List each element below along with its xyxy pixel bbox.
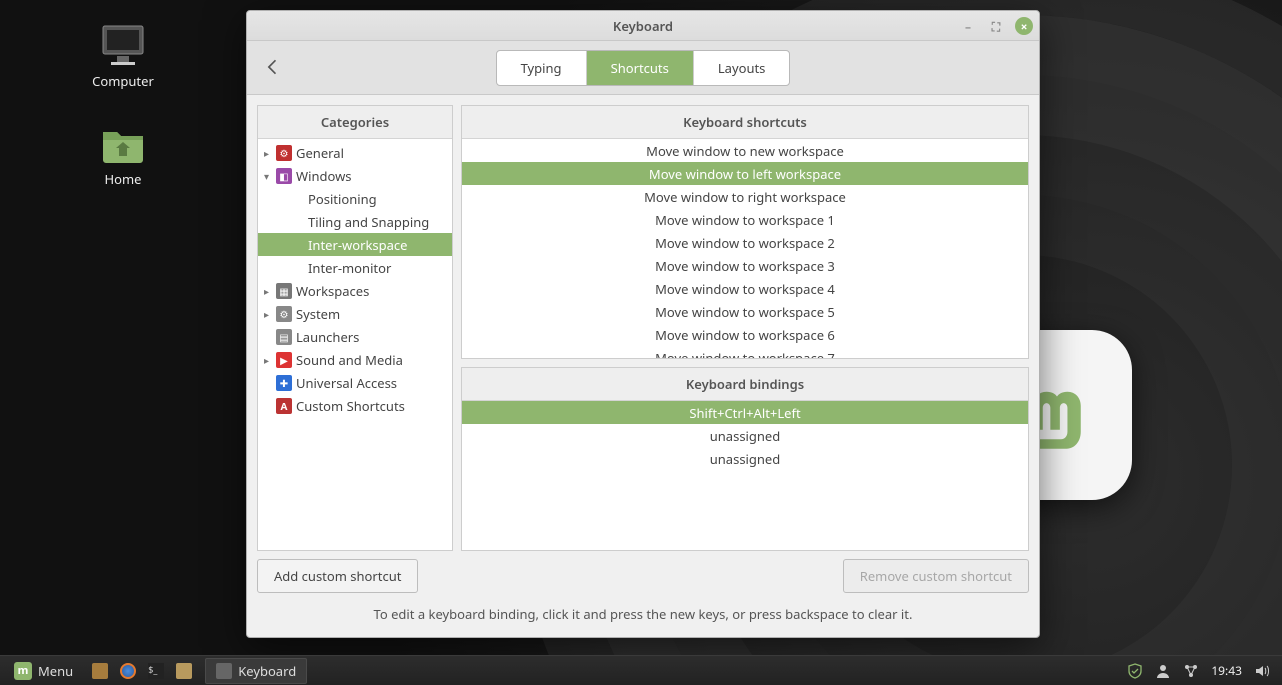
- desktop-icon-home[interactable]: Home: [78, 120, 168, 188]
- category-general[interactable]: ▸⚙General: [258, 141, 452, 164]
- taskbar-item-keyboard[interactable]: Keyboard: [205, 658, 307, 684]
- titlebar[interactable]: Keyboard – ⛶ ×: [247, 11, 1039, 41]
- folder-home-icon: [99, 120, 147, 166]
- desktop-icon: [92, 663, 108, 679]
- volume-icon[interactable]: [1254, 663, 1270, 679]
- show-desktop-button[interactable]: [87, 659, 113, 683]
- category-launchers[interactable]: ▤Launchers: [258, 325, 452, 348]
- bindings-pane: Keyboard bindings Shift+Ctrl+Alt+Leftuna…: [461, 367, 1029, 551]
- shortcuts-list: Move window to new workspaceMove window …: [462, 139, 1028, 358]
- terminal-icon: $_: [148, 663, 164, 679]
- binding-row[interactable]: unassigned: [462, 447, 1028, 470]
- maximize-button[interactable]: ⛶: [987, 17, 1005, 35]
- binding-row[interactable]: Shift+Ctrl+Alt+Left: [462, 401, 1028, 424]
- desktop-icon-computer[interactable]: Computer: [78, 22, 168, 90]
- files-launcher[interactable]: [171, 659, 197, 683]
- shortcut-row[interactable]: Move window to workspace 1: [462, 208, 1028, 231]
- desktop-icon-label: Computer: [92, 72, 154, 90]
- clock[interactable]: 19:43: [1211, 662, 1242, 679]
- add-custom-shortcut-button[interactable]: Add custom shortcut: [257, 559, 418, 593]
- category-inter-monitor[interactable]: Inter-monitor: [258, 256, 452, 279]
- shortcut-row[interactable]: Move window to right workspace: [462, 185, 1028, 208]
- universal-icon: ✚: [276, 375, 292, 391]
- taskbar: m Menu $_ Keyboard 19:43: [0, 655, 1282, 685]
- network-icon[interactable]: [1183, 663, 1199, 679]
- close-button[interactable]: ×: [1015, 17, 1033, 35]
- shortcut-row[interactable]: Move window to workspace 2: [462, 231, 1028, 254]
- shortcut-row[interactable]: Move window to new workspace: [462, 139, 1028, 162]
- tab-layouts[interactable]: Layouts: [694, 51, 790, 85]
- sound-icon: ▶: [276, 352, 292, 368]
- minimize-button[interactable]: –: [959, 17, 977, 35]
- windows-icon: ◧: [276, 168, 292, 184]
- start-menu-label: Menu: [38, 662, 73, 680]
- category-tiling[interactable]: Tiling and Snapping: [258, 210, 452, 233]
- categories-tree: ▸⚙General ▾◧Windows Positioning Tiling a…: [258, 139, 452, 550]
- keyboard-settings-window: Keyboard – ⛶ × Typing Shortcuts Layouts …: [246, 10, 1040, 638]
- category-inter-workspace[interactable]: Inter-workspace: [258, 233, 452, 256]
- categories-header: Categories: [258, 106, 452, 139]
- launchers-icon: ▤: [276, 329, 292, 345]
- categories-pane: Categories ▸⚙General ▾◧Windows Positioni…: [257, 105, 453, 551]
- hint-text: To edit a keyboard binding, click it and…: [247, 593, 1039, 637]
- shortcut-row[interactable]: Move window to workspace 7: [462, 346, 1028, 358]
- tab-shortcuts[interactable]: Shortcuts: [587, 51, 694, 85]
- category-system[interactable]: ▸⚙System: [258, 302, 452, 325]
- bindings-header: Keyboard bindings: [462, 368, 1028, 401]
- category-sound[interactable]: ▸▶Sound and Media: [258, 348, 452, 371]
- binding-row[interactable]: unassigned: [462, 424, 1028, 447]
- back-button[interactable]: [263, 57, 287, 81]
- category-custom[interactable]: ACustom Shortcuts: [258, 394, 452, 417]
- shortcuts-header: Keyboard shortcuts: [462, 106, 1028, 139]
- desktop-icon-label: Home: [105, 170, 142, 188]
- category-windows[interactable]: ▾◧Windows: [258, 164, 452, 187]
- user-icon[interactable]: [1155, 663, 1171, 679]
- keyboard-icon: [216, 663, 232, 679]
- category-workspaces[interactable]: ▸▦Workspaces: [258, 279, 452, 302]
- shortcut-row[interactable]: Move window to workspace 6: [462, 323, 1028, 346]
- start-menu-button[interactable]: m Menu: [6, 662, 81, 680]
- tab-bar: Typing Shortcuts Layouts: [247, 41, 1039, 95]
- tab-typing[interactable]: Typing: [497, 51, 587, 85]
- category-universal[interactable]: ✚Universal Access: [258, 371, 452, 394]
- firefox-launcher[interactable]: [115, 659, 141, 683]
- monitor-icon: [99, 22, 147, 68]
- mint-menu-icon: m: [14, 662, 32, 680]
- custom-icon: A: [276, 398, 292, 414]
- category-positioning[interactable]: Positioning: [258, 187, 452, 210]
- firefox-icon: [120, 663, 136, 679]
- shortcuts-pane: Keyboard shortcuts Move window to new wo…: [461, 105, 1029, 359]
- folder-icon: [176, 663, 192, 679]
- remove-custom-shortcut-button: Remove custom shortcut: [843, 559, 1029, 593]
- general-icon: ⚙: [276, 145, 292, 161]
- shortcut-row[interactable]: Move window to workspace 3: [462, 254, 1028, 277]
- window-title: Keyboard: [613, 17, 673, 35]
- workspaces-icon: ▦: [276, 283, 292, 299]
- taskbar-item-label: Keyboard: [238, 662, 296, 680]
- shield-icon[interactable]: [1127, 663, 1143, 679]
- shortcut-row[interactable]: Move window to left workspace: [462, 162, 1028, 185]
- shortcut-row[interactable]: Move window to workspace 4: [462, 277, 1028, 300]
- shortcut-row[interactable]: Move window to workspace 5: [462, 300, 1028, 323]
- system-icon: ⚙: [276, 306, 292, 322]
- terminal-launcher[interactable]: $_: [143, 659, 169, 683]
- bindings-list: Shift+Ctrl+Alt+Leftunassignedunassigned: [462, 401, 1028, 550]
